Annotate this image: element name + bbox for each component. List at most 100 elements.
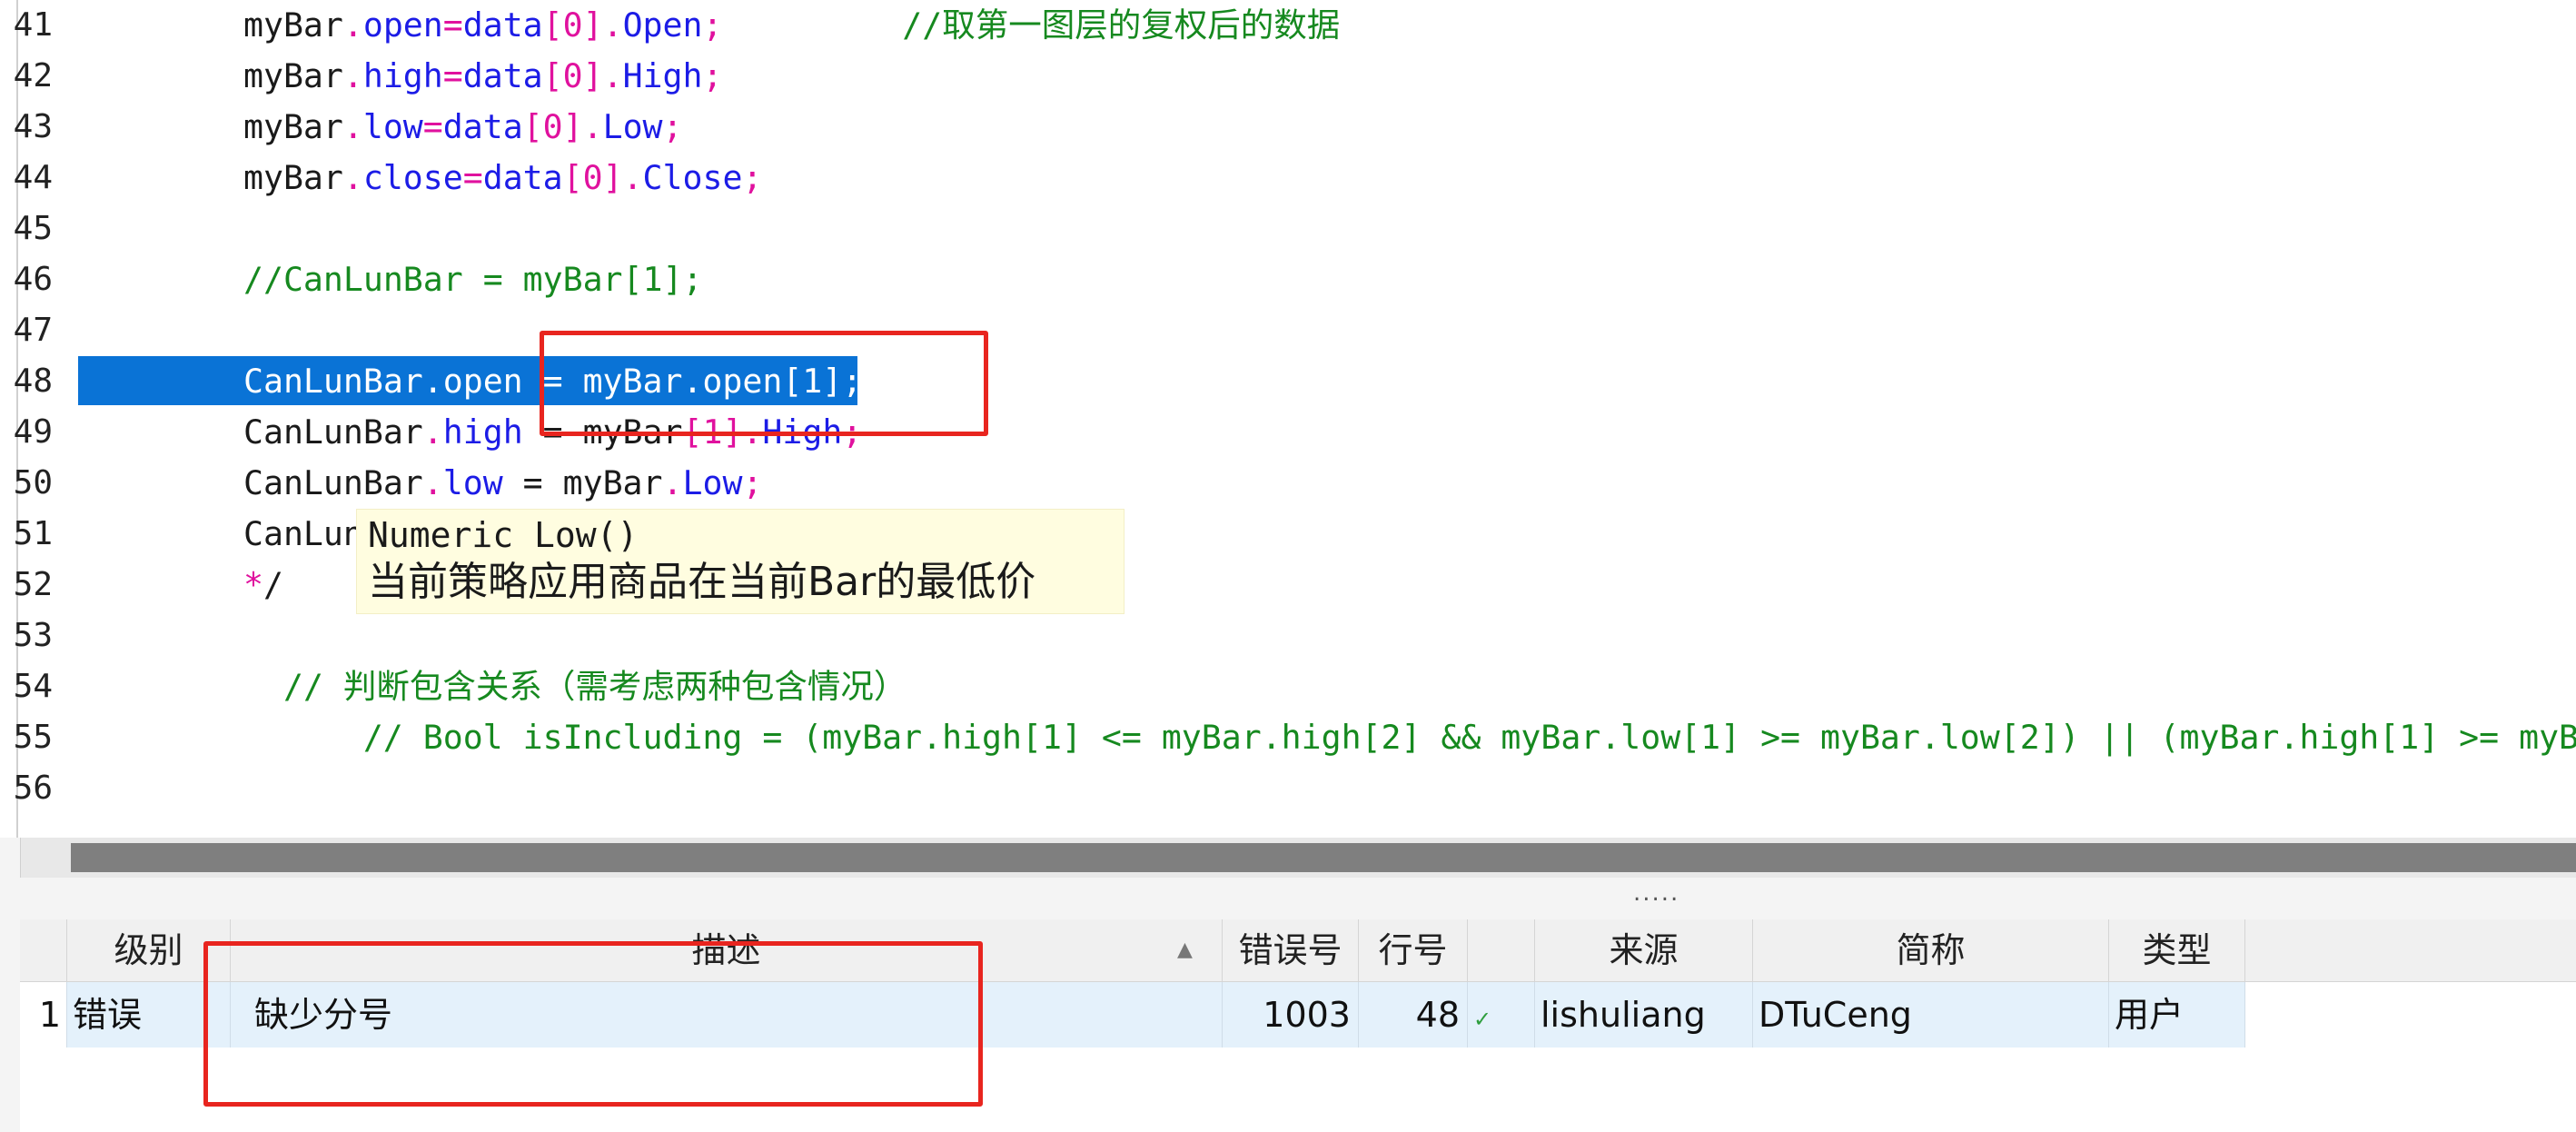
code-text[interactable]: myBar.high=data[0].High;	[243, 51, 722, 102]
code-token: ].	[602, 158, 643, 197]
line-number: 54	[13, 668, 53, 705]
code-token: //	[263, 667, 343, 706]
tooltip-signature: Numeric Low()	[368, 515, 639, 555]
code-token: =	[442, 5, 463, 45]
code-token: [	[522, 107, 543, 146]
line-number: 42	[13, 57, 53, 94]
header-type[interactable]: 类型	[2109, 919, 2245, 981]
code-text[interactable]: myBar.low=data[0].Low;	[243, 102, 683, 153]
code-token: close	[362, 158, 463, 197]
code-token: Open	[622, 5, 703, 45]
code-text[interactable]: // Bool isIncluding = (myBar.high[1] <= …	[223, 712, 2576, 763]
code-token: High	[762, 412, 843, 452]
code-token: .	[342, 107, 363, 146]
pin-icon[interactable]: ✓	[1473, 1007, 1491, 1032]
code-editor[interactable]: 41 myBar.open=data[0].Open; //取第一图层的复权后的数…	[0, 0, 2576, 838]
code-token: .	[342, 56, 363, 95]
code-text[interactable]: */	[243, 560, 283, 611]
code-token: .	[422, 463, 443, 502]
header-error-number[interactable]: 错误号	[1223, 919, 1359, 981]
code-token: =	[422, 107, 443, 146]
code-text[interactable]: CanLunBar.high = myBar[1].High;	[243, 407, 862, 458]
code-line[interactable]: 49 CanLunBar.high = myBar[1].High;	[0, 407, 2576, 458]
code-token: //CanLunBar = myBar[1];	[243, 260, 703, 299]
header-source[interactable]: 来源	[1535, 919, 1753, 981]
code-token: open	[362, 5, 443, 45]
code-token: [	[542, 56, 563, 95]
code-token: .	[342, 158, 363, 197]
table-row[interactable]: 1 错误 缺少分号 1003 48 ✓ lishuliang DTuCeng 用…	[20, 982, 2576, 1048]
code-line[interactable]: 50 CanLunBar.low = myBar.Low;	[0, 458, 2576, 509]
code-token: high	[362, 56, 443, 95]
line-number: 56	[13, 770, 53, 807]
code-text[interactable]: //CanLunBar = myBar[1];	[243, 254, 702, 305]
code-token: /	[263, 565, 283, 604]
code-line[interactable]: 45	[0, 204, 2576, 254]
header-level[interactable]: 级别	[67, 919, 231, 981]
code-token: 0	[542, 107, 563, 146]
code-token: data	[482, 158, 563, 197]
code-line[interactable]: 56	[0, 763, 2576, 814]
row-index: 1	[20, 982, 67, 1048]
error-list-table[interactable]: 级别 描述 ▲ 错误号 行号 来源 简称 类型 1 错误 缺少分号 1003 4…	[20, 919, 2576, 1132]
code-token: [	[562, 158, 583, 197]
code-line[interactable]: 53	[0, 611, 2576, 661]
code-line[interactable]: 44 myBar.close=data[0].Close;	[0, 153, 2576, 204]
code-token: =	[462, 158, 483, 197]
code-token: 0	[582, 158, 603, 197]
code-line[interactable]: 41 myBar.open=data[0].Open; //取第一图层的复权后的数…	[0, 0, 2576, 51]
cell-line-number: 48	[1359, 982, 1468, 1048]
line-number: 50	[13, 464, 53, 501]
code-line[interactable]: 54 // 判断包含关系（需考虑两种包含情况）	[0, 661, 2576, 712]
code-token: ;	[742, 158, 763, 197]
header-description[interactable]: 描述	[231, 919, 1223, 981]
code-token: Low	[682, 463, 743, 502]
code-line[interactable]: 48 CanLunBar.open = myBar.open[1];	[0, 356, 2576, 407]
code-line[interactable]: 42 myBar.high=data[0].High;	[0, 51, 2576, 102]
code-token: CanLun	[243, 514, 363, 553]
cell-short-name: DTuCeng	[1753, 982, 2109, 1048]
line-number: 48	[13, 362, 53, 400]
header-rownum	[20, 919, 67, 981]
code-token: CanLunBar	[243, 463, 423, 502]
line-number: 47	[13, 312, 53, 349]
code-line[interactable]: 43 myBar.low=data[0].Low;	[0, 102, 2576, 153]
code-line[interactable]: 55 // Bool isIncluding = (myBar.high[1] …	[0, 712, 2576, 763]
line-number: 43	[13, 108, 53, 145]
code-token: ;	[742, 463, 763, 502]
code-text[interactable]: CanLunBar.low = myBar.Low;	[243, 458, 762, 509]
splitter-grip-icon: .....	[1633, 879, 1680, 907]
cell-source: lishuliang	[1535, 982, 1753, 1048]
horizontal-scrollbar-thumb[interactable]	[71, 843, 2576, 872]
code-token: ].	[562, 107, 603, 146]
line-number: 45	[13, 210, 53, 247]
code-token: myBar	[243, 5, 343, 45]
header-link[interactable]	[1468, 919, 1535, 981]
code-token: high	[442, 412, 523, 452]
code-token: CanLunBar.open = myBar.open[1];	[243, 362, 863, 401]
code-line[interactable]: 47	[0, 305, 2576, 356]
code-text[interactable]: myBar.close=data[0].Close;	[243, 153, 762, 204]
header-short-name[interactable]: 简称	[1753, 919, 2109, 981]
code-text[interactable]: // 判断包含关系（需考虑两种包含情况）	[263, 661, 907, 712]
code-token: 0	[562, 56, 583, 95]
intellisense-tooltip: Numeric Low() 当前策略应用商品在当前Bar的最低价	[356, 509, 1125, 614]
header-line-number[interactable]: 行号	[1359, 919, 1468, 981]
code-token: ;	[662, 107, 683, 146]
sort-ascending-icon[interactable]: ▲	[1177, 919, 1193, 981]
code-token: // Bool isIncluding = (myBar.high[1] <= …	[223, 718, 2576, 757]
code-text[interactable]: CanLunBar.open = myBar.open[1];	[243, 356, 862, 407]
cell-link[interactable]: ✓	[1468, 982, 1535, 1048]
code-token: Low	[602, 107, 663, 146]
code-token: [1].	[682, 412, 763, 452]
code-text[interactable]: CanLun	[243, 509, 363, 560]
line-number: 44	[13, 159, 53, 196]
code-text[interactable]: myBar.open=data[0].Open; //取第一图层的复权后的数据	[243, 0, 1340, 51]
code-token: ;	[702, 56, 723, 95]
code-token: 0	[562, 5, 583, 45]
code-line[interactable]: 46 //CanLunBar = myBar[1];	[0, 254, 2576, 305]
code-token: myBar	[243, 107, 343, 146]
panel-splitter[interactable]: .....	[20, 878, 2576, 919]
code-token: data	[442, 107, 523, 146]
cell-error-number: 1003	[1223, 982, 1359, 1048]
